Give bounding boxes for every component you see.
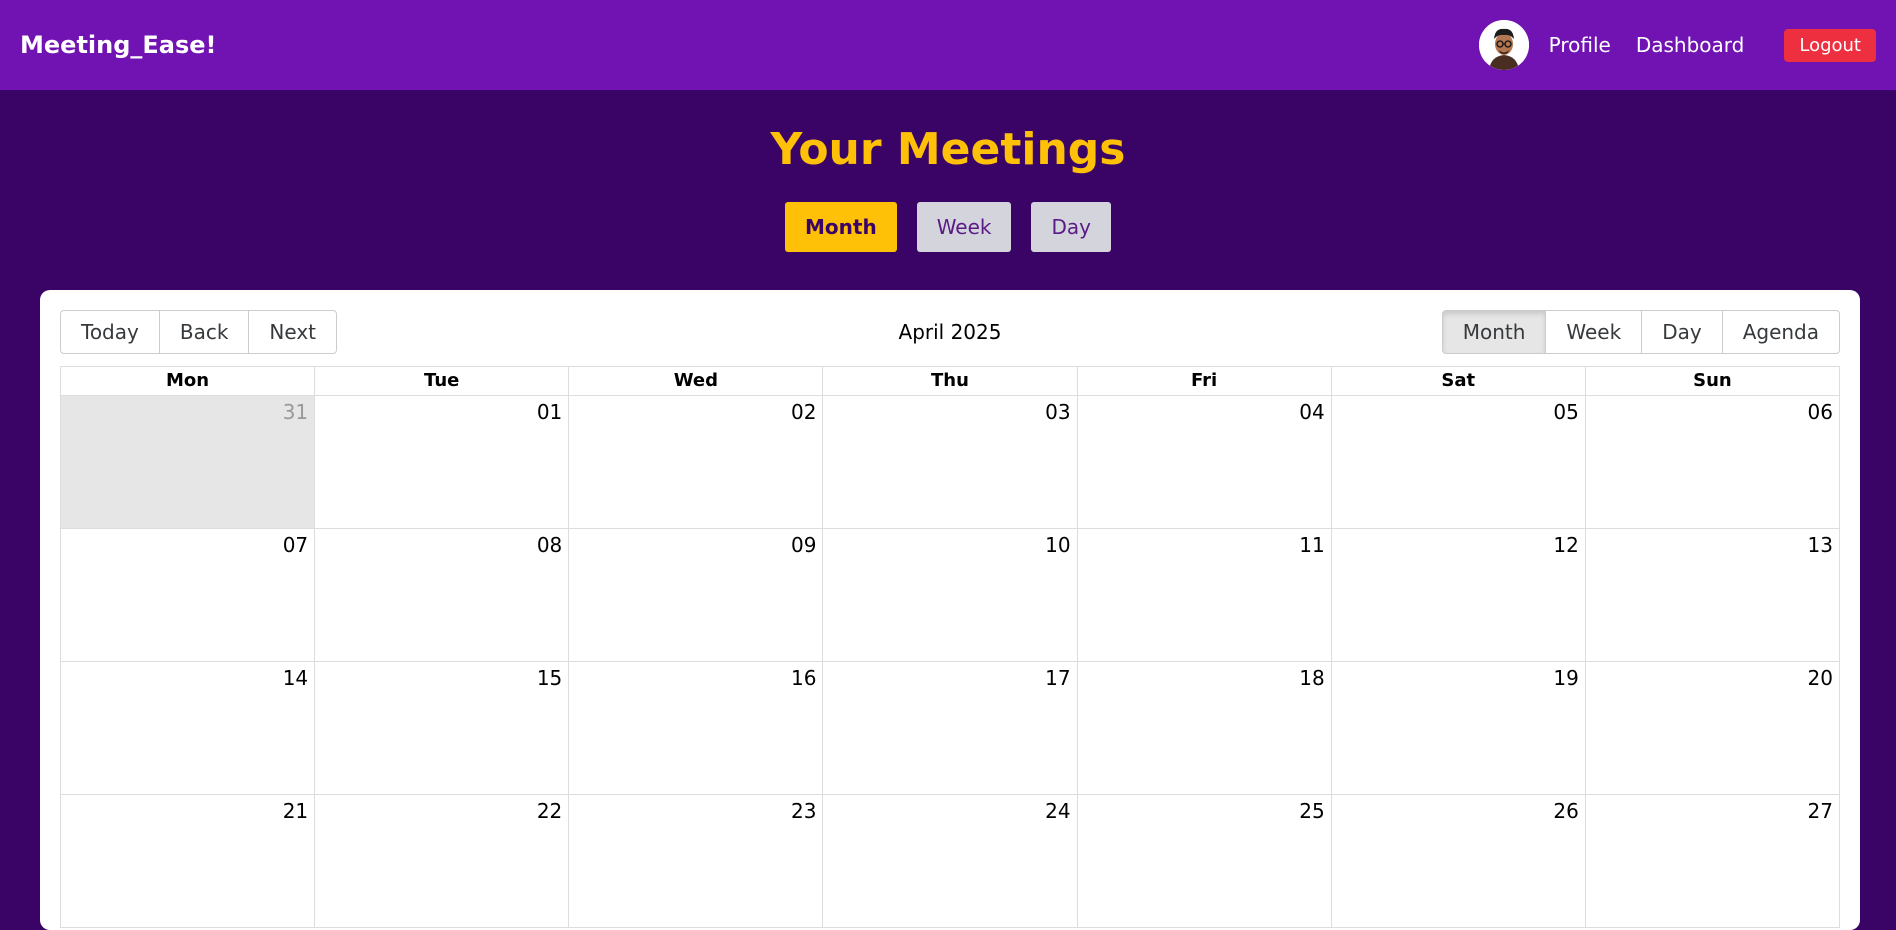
day-cell[interactable]: 24	[822, 795, 1076, 927]
day-cell[interactable]: 06	[1584, 396, 1839, 528]
month-grid: Mon Tue Wed Thu Fri Sat Sun 31 01 02 03 …	[60, 366, 1840, 928]
back-button[interactable]: Back	[158, 310, 250, 354]
day-cell[interactable]: 09	[568, 529, 822, 661]
view-toggle-week-button[interactable]: Week	[916, 202, 1012, 252]
day-cell[interactable]: 12	[1330, 529, 1585, 661]
day-cell[interactable]: 23	[568, 795, 822, 927]
view-toggle-group: Month Week Day	[0, 202, 1896, 252]
avatar[interactable]	[1478, 20, 1529, 70]
view-toggle-day-button[interactable]: Day	[1031, 202, 1111, 252]
week-row: 07 08 09 10 11 12 13	[61, 529, 1839, 662]
day-cell[interactable]: 05	[1330, 396, 1585, 528]
calendar-view-group: Month Week Day Agenda	[1441, 310, 1840, 354]
day-cell[interactable]: 01	[314, 396, 568, 528]
day-cell[interactable]: 02	[568, 396, 822, 528]
day-cell[interactable]: 19	[1330, 662, 1585, 794]
weekday-header-cell: Sat	[1330, 367, 1585, 395]
day-cell[interactable]: 18	[1076, 662, 1331, 794]
next-button[interactable]: Next	[248, 310, 337, 354]
day-cell[interactable]: 04	[1076, 396, 1331, 528]
day-cell[interactable]: 11	[1076, 529, 1331, 661]
day-cell[interactable]: 08	[314, 529, 568, 661]
weekday-header-cell: Wed	[568, 367, 822, 395]
view-toggle-month-button[interactable]: Month	[785, 202, 897, 252]
top-navbar: Meeting_Ease! Profile Dashboard Logout	[0, 0, 1896, 90]
day-cell[interactable]: 13	[1584, 529, 1839, 661]
day-cell[interactable]: 10	[822, 529, 1076, 661]
weekday-header: Mon Tue Wed Thu Fri Sat Sun	[61, 367, 1839, 396]
calendar-view-week-button[interactable]: Week	[1545, 310, 1643, 354]
day-cell[interactable]: 26	[1330, 795, 1585, 927]
week-row: 21 22 23 24 25 26 27	[61, 795, 1839, 928]
week-row: 14 15 16 17 18 19 20	[61, 662, 1839, 795]
calendar-view-agenda-button[interactable]: Agenda	[1721, 310, 1840, 354]
weekday-header-cell: Tue	[314, 367, 568, 395]
day-cell[interactable]: 20	[1584, 662, 1839, 794]
calendar-toolbar: Today Back Next April 2025 Month Week Da…	[60, 310, 1840, 354]
page-title: Your Meetings	[770, 124, 1126, 175]
day-cell[interactable]: 14	[61, 662, 314, 794]
day-cell[interactable]: 03	[822, 396, 1076, 528]
day-cell[interactable]: 15	[314, 662, 568, 794]
day-cell[interactable]: 31	[61, 396, 315, 528]
logout-button[interactable]: Logout	[1784, 28, 1876, 62]
week-row: 31 01 02 03 04 05 06	[61, 396, 1839, 529]
weekday-header-cell: Mon	[166, 370, 210, 391]
today-button[interactable]: Today	[60, 310, 160, 354]
day-cell[interactable]: 21	[61, 795, 314, 927]
user-avatar-icon	[1478, 20, 1529, 70]
day-cell[interactable]: 16	[568, 662, 822, 794]
weekday-header-cell: Thu	[822, 367, 1076, 395]
calendar-nav-group: Today Back Next	[60, 310, 337, 354]
day-cell[interactable]: 17	[822, 662, 1076, 794]
day-cell[interactable]: 07	[61, 529, 314, 661]
nav-right: Profile Dashboard Logout	[1478, 20, 1876, 70]
day-cell[interactable]: 27	[1584, 795, 1839, 927]
calendar-card: Today Back Next April 2025 Month Week Da…	[40, 290, 1860, 930]
day-cell[interactable]: 25	[1076, 795, 1331, 927]
nav-profile-link[interactable]: Profile	[1549, 33, 1611, 57]
calendar-view-month-button[interactable]: Month	[1441, 310, 1547, 354]
nav-dashboard-link[interactable]: Dashboard	[1636, 33, 1745, 57]
day-cell[interactable]: 22	[314, 795, 568, 927]
weekday-header-cell: Sun	[1584, 367, 1839, 395]
weekday-header-cell: Fri	[1076, 367, 1331, 395]
brand-logo[interactable]: Meeting_Ease!	[20, 31, 217, 59]
calendar-view-day-button[interactable]: Day	[1641, 310, 1723, 354]
